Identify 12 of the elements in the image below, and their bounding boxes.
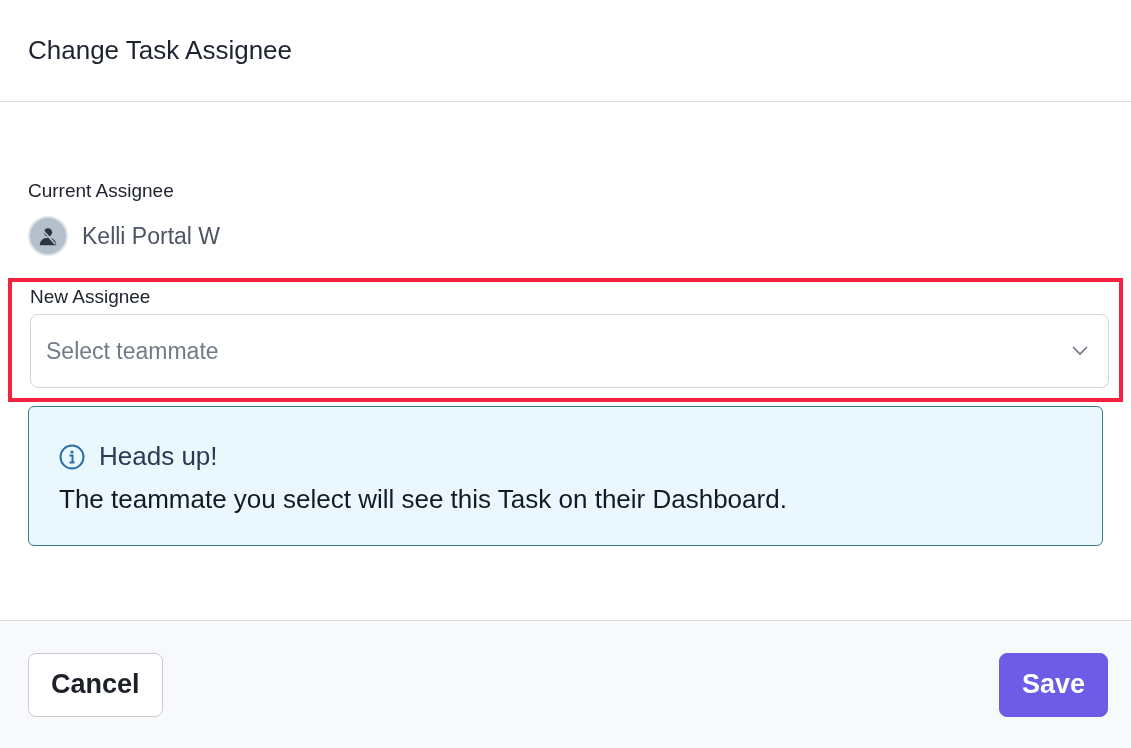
- chevron-down-icon: [1072, 346, 1088, 356]
- field-label: New Assignee: [30, 286, 151, 307]
- save-button[interactable]: Save: [998, 652, 1108, 717]
- assignee-name: Kelli Portal W: [82, 222, 221, 250]
- alert-title: Heads up!: [99, 441, 218, 472]
- field-label: Current Assignee: [28, 180, 175, 202]
- cancel-button[interactable]: Cancel: [28, 652, 163, 717]
- info-icon: [59, 443, 85, 470]
- teammate-select[interactable]: Select teammate: [30, 314, 1109, 388]
- alert-message: The teammate you select will see this Task on their Dashboard.: [59, 484, 788, 515]
- dialog-title: Change Task Assignee: [28, 35, 293, 66]
- avatar-icon: [28, 216, 68, 256]
